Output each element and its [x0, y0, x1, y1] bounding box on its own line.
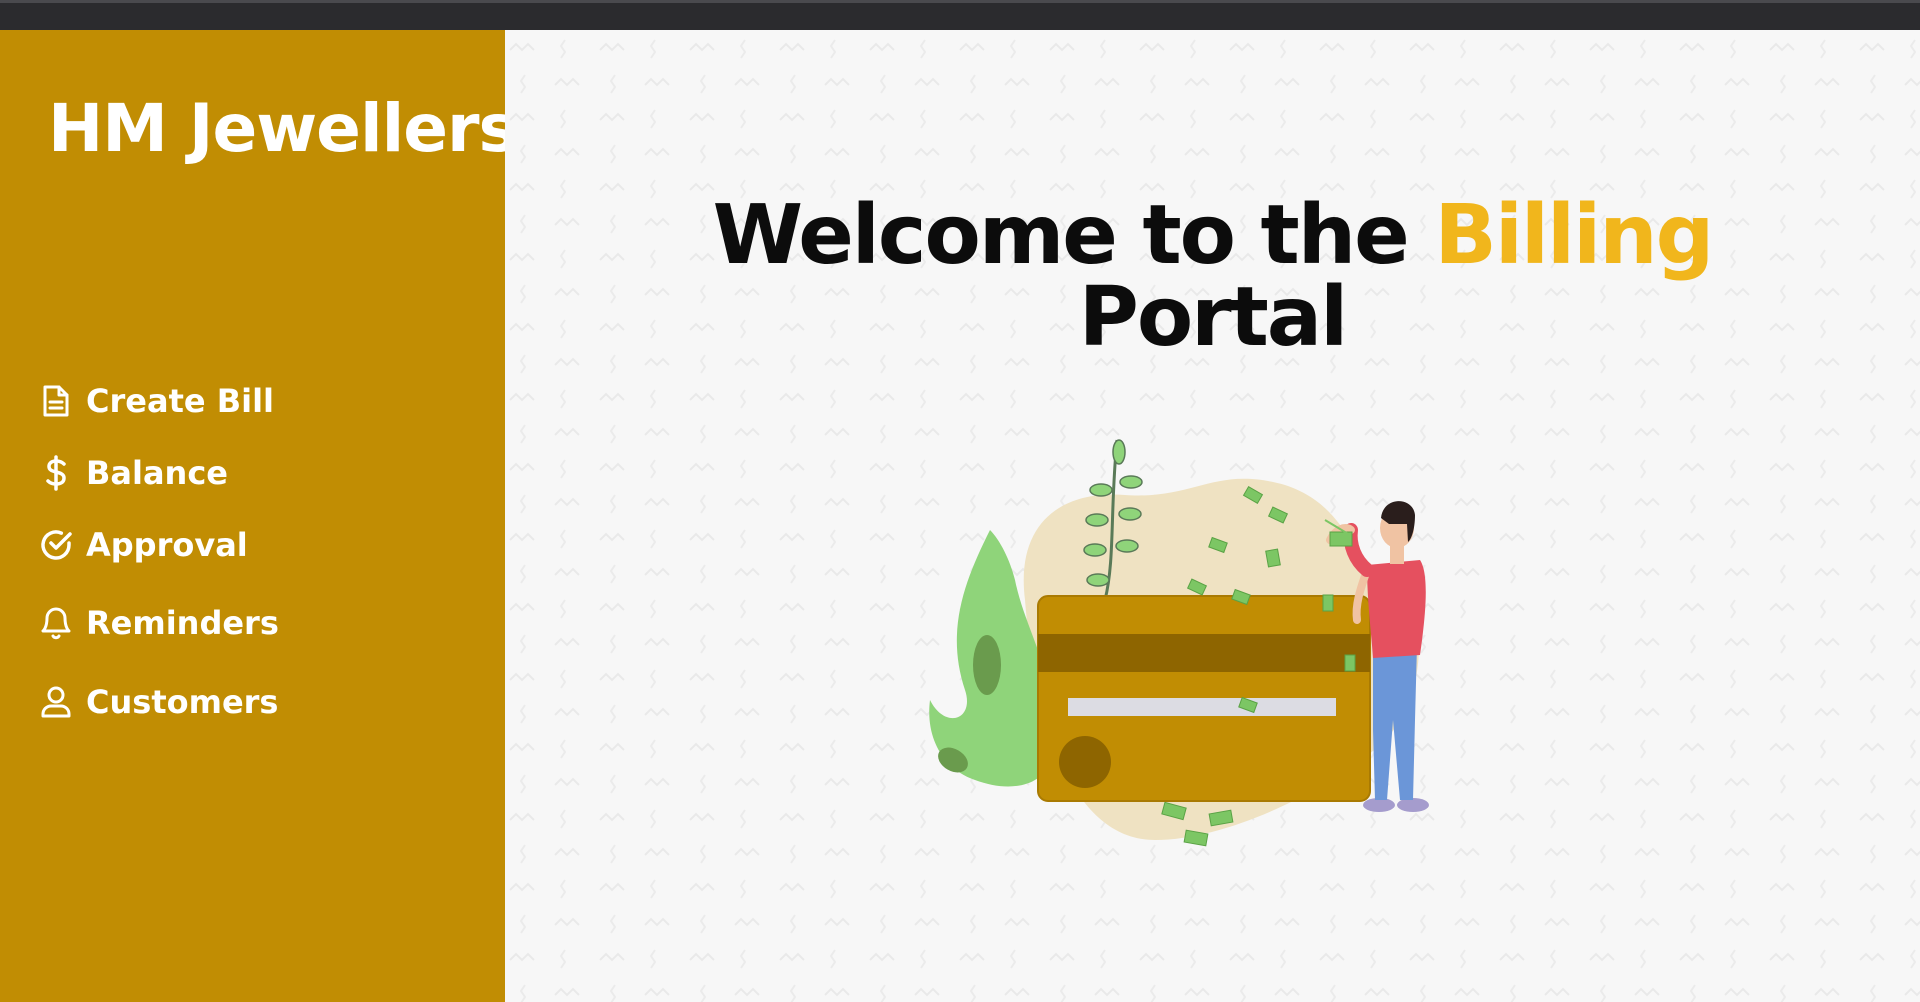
- sidebar-item-label: Customers: [86, 683, 279, 721]
- sidebar-item-label: Balance: [86, 454, 228, 492]
- sidebar-item-balance[interactable]: Balance: [38, 454, 228, 492]
- title-prefix: Welcome to the: [712, 188, 1410, 283]
- check-circle-icon: [38, 527, 74, 563]
- sidebar-item-approval[interactable]: Approval: [38, 526, 248, 564]
- user-icon: [38, 684, 74, 720]
- main-content: Welcome to the Billing Portal: [505, 30, 1920, 1002]
- billing-illustration: [929, 439, 1429, 847]
- bell-icon: [38, 605, 74, 641]
- brand-title: HM Jewellers: [48, 90, 518, 167]
- document-icon: [38, 383, 74, 419]
- title-accent: Billing: [1434, 188, 1714, 283]
- sidebar-item-customers[interactable]: Customers: [38, 683, 278, 721]
- dollar-icon: [38, 455, 74, 491]
- sidebar-item-create-bill[interactable]: Create Bill: [38, 382, 274, 420]
- sidebar-item-reminders[interactable]: Reminders: [38, 604, 279, 642]
- sidebar: HM Jewellers Create Bill Balance Approva…: [0, 30, 518, 1002]
- window-top-bar: [0, 0, 1920, 30]
- title-suffix: Portal: [1078, 270, 1349, 365]
- page-title: Welcome to the Billing Portal: [505, 195, 1920, 359]
- sidebar-item-label: Reminders: [86, 604, 279, 642]
- sidebar-item-label: Create Bill: [86, 382, 274, 420]
- sidebar-item-label: Approval: [86, 526, 248, 564]
- credit-card-graphic: [1037, 595, 1371, 802]
